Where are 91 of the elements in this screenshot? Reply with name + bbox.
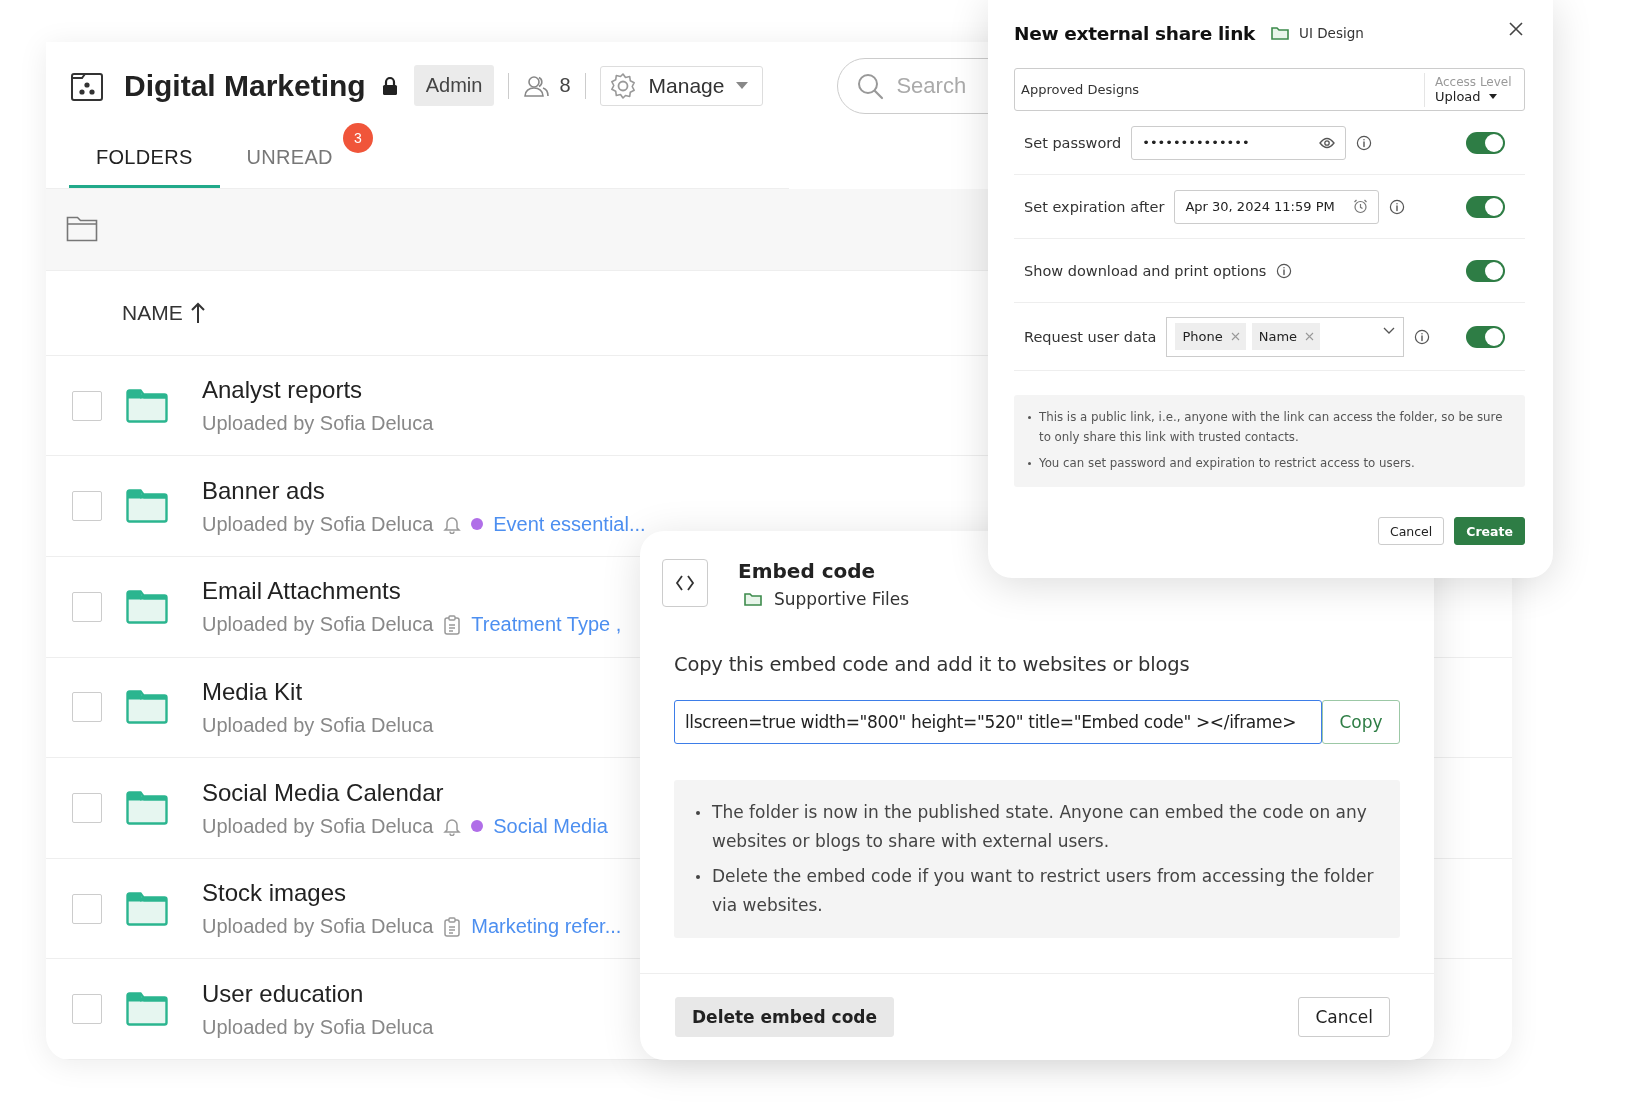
checkbox[interactable] (72, 793, 102, 824)
manage-button[interactable]: Manage (599, 65, 764, 106)
create-button[interactable]: Create (1454, 517, 1525, 545)
folder-icon[interactable] (66, 215, 98, 244)
info-icon (1414, 328, 1431, 345)
note-text: The folder is now in the published state. Anyone can embed the code on any websites or blogs to share with external users. (712, 801, 1368, 853)
folder-name: Supportive Files (774, 589, 910, 609)
date-field[interactable]: Apr 30, 2024 11:59 PM (1174, 189, 1380, 224)
folder-icon (126, 992, 168, 1027)
checkbox[interactable] (72, 591, 102, 622)
checkbox[interactable] (72, 491, 102, 522)
tag-dot (471, 518, 484, 531)
folder-name[interactable]: Media Kit (202, 677, 434, 706)
chevron-down-icon (1383, 326, 1396, 334)
column-header[interactable]: NAME (122, 300, 183, 325)
people-icon (523, 73, 550, 98)
folder-name[interactable]: User education (202, 979, 434, 1008)
folder-icon (126, 489, 168, 524)
uploader-text: Uploaded by Sofia Deluca (202, 412, 434, 436)
caret-icon (1488, 94, 1497, 99)
clipboard-icon (443, 916, 462, 937)
dialog-title: New external share link (1014, 22, 1256, 44)
code-icon (662, 559, 708, 607)
uploader-text: Uploaded by Sofia Deluca (202, 613, 434, 637)
eye-icon (1319, 136, 1336, 149)
folder-icon (1271, 26, 1290, 40)
clipboard-icon (443, 614, 462, 635)
toggle-switch[interactable] (1466, 259, 1505, 282)
uploader-text: Uploaded by Sofia Deluca (202, 814, 434, 838)
folder-name[interactable]: Banner ads (202, 476, 646, 505)
remove-icon[interactable] (1230, 332, 1240, 341)
checkbox[interactable] (72, 994, 102, 1025)
note-text: You can set password and expiration to restrict access to users. (1039, 455, 1415, 472)
remove-icon[interactable] (1305, 332, 1315, 341)
folder-icon (126, 891, 168, 926)
tab[interactable]: UNREAD (219, 129, 337, 188)
uploader-text: Uploaded by Sofia Deluca (202, 1015, 434, 1039)
bell-icon (443, 514, 462, 535)
close-icon[interactable] (1509, 22, 1523, 36)
password-field[interactable]: •••••••••••••• (1131, 125, 1347, 160)
tag-dot (471, 820, 484, 833)
checkbox[interactable] (72, 692, 102, 723)
info-icon (1356, 134, 1373, 151)
option-label: Request user data (1024, 328, 1157, 345)
folder-icon (126, 690, 168, 725)
gear-icon (608, 71, 637, 100)
bell-icon (443, 816, 462, 837)
option-label: Show download and print options (1024, 262, 1267, 279)
toggle-switch[interactable] (1466, 325, 1505, 348)
uploader-text: Uploaded by Sofia Deluca (202, 915, 434, 939)
toggle-switch[interactable] (1466, 131, 1505, 154)
member-count: 8 (559, 74, 571, 98)
uploader-text: Uploaded by Sofia Deluca (202, 512, 434, 536)
info-icon (1276, 262, 1293, 279)
search-icon (856, 71, 885, 100)
folder-icon (126, 388, 168, 423)
workspace-title: Digital Marketing (124, 68, 366, 103)
checkbox[interactable] (72, 893, 102, 924)
folder-name[interactable]: Email Attachments (202, 577, 622, 606)
option-label: Set expiration after (1024, 198, 1165, 215)
uploader-text: Uploaded by Sofia Deluca (202, 713, 434, 737)
checkbox[interactable] (72, 390, 102, 421)
embed-code-field[interactable]: llscreen=true width="800" height="520" title="Embed code" ></iframe> (674, 700, 1322, 744)
dialog-title: Embed code (738, 559, 877, 583)
user-data-select[interactable]: Phone Name (1166, 316, 1405, 357)
access-level-dropdown[interactable]: Access Level Upload (1424, 72, 1524, 107)
option-label: Set password (1024, 134, 1122, 151)
folder-name: UI Design (1299, 25, 1364, 41)
delete-button[interactable]: Delete embed code (675, 997, 895, 1037)
copy-button[interactable]: Copy (1322, 700, 1400, 744)
folder-icon (126, 589, 168, 624)
alarm-clock-icon (1353, 199, 1369, 214)
note-text: This is a public link, i.e., anyone with the link can access the folder, so be sure to only share this link with trusted contacts. (1039, 409, 1504, 446)
note-text: Delete the embed code if you want to restrict users from accessing the folder via websites. (712, 865, 1375, 917)
role-badge: Admin (413, 65, 495, 107)
info-icon (1389, 198, 1406, 215)
folder-name[interactable]: Stock images (202, 879, 622, 908)
cancel-button[interactable]: Cancel (1377, 517, 1445, 545)
toggle-switch[interactable] (1466, 195, 1505, 218)
instruction-text: Copy this embed code and add it to websites or blogs (673, 652, 1191, 676)
sort-arrow-icon (190, 301, 205, 324)
count-badge: 3 (342, 122, 373, 153)
caret-icon (736, 81, 749, 90)
folder-name[interactable]: Social Media Calendar (202, 778, 608, 807)
cancel-button[interactable]: Cancel (1298, 997, 1390, 1037)
folder-icon (744, 592, 762, 606)
tag-chip[interactable]: Name (1251, 323, 1321, 350)
folder-icon (126, 791, 168, 826)
lock-icon (381, 75, 398, 96)
tag-chip[interactable]: Phone (1175, 323, 1246, 350)
folder-name[interactable]: Analyst reports (202, 376, 434, 405)
